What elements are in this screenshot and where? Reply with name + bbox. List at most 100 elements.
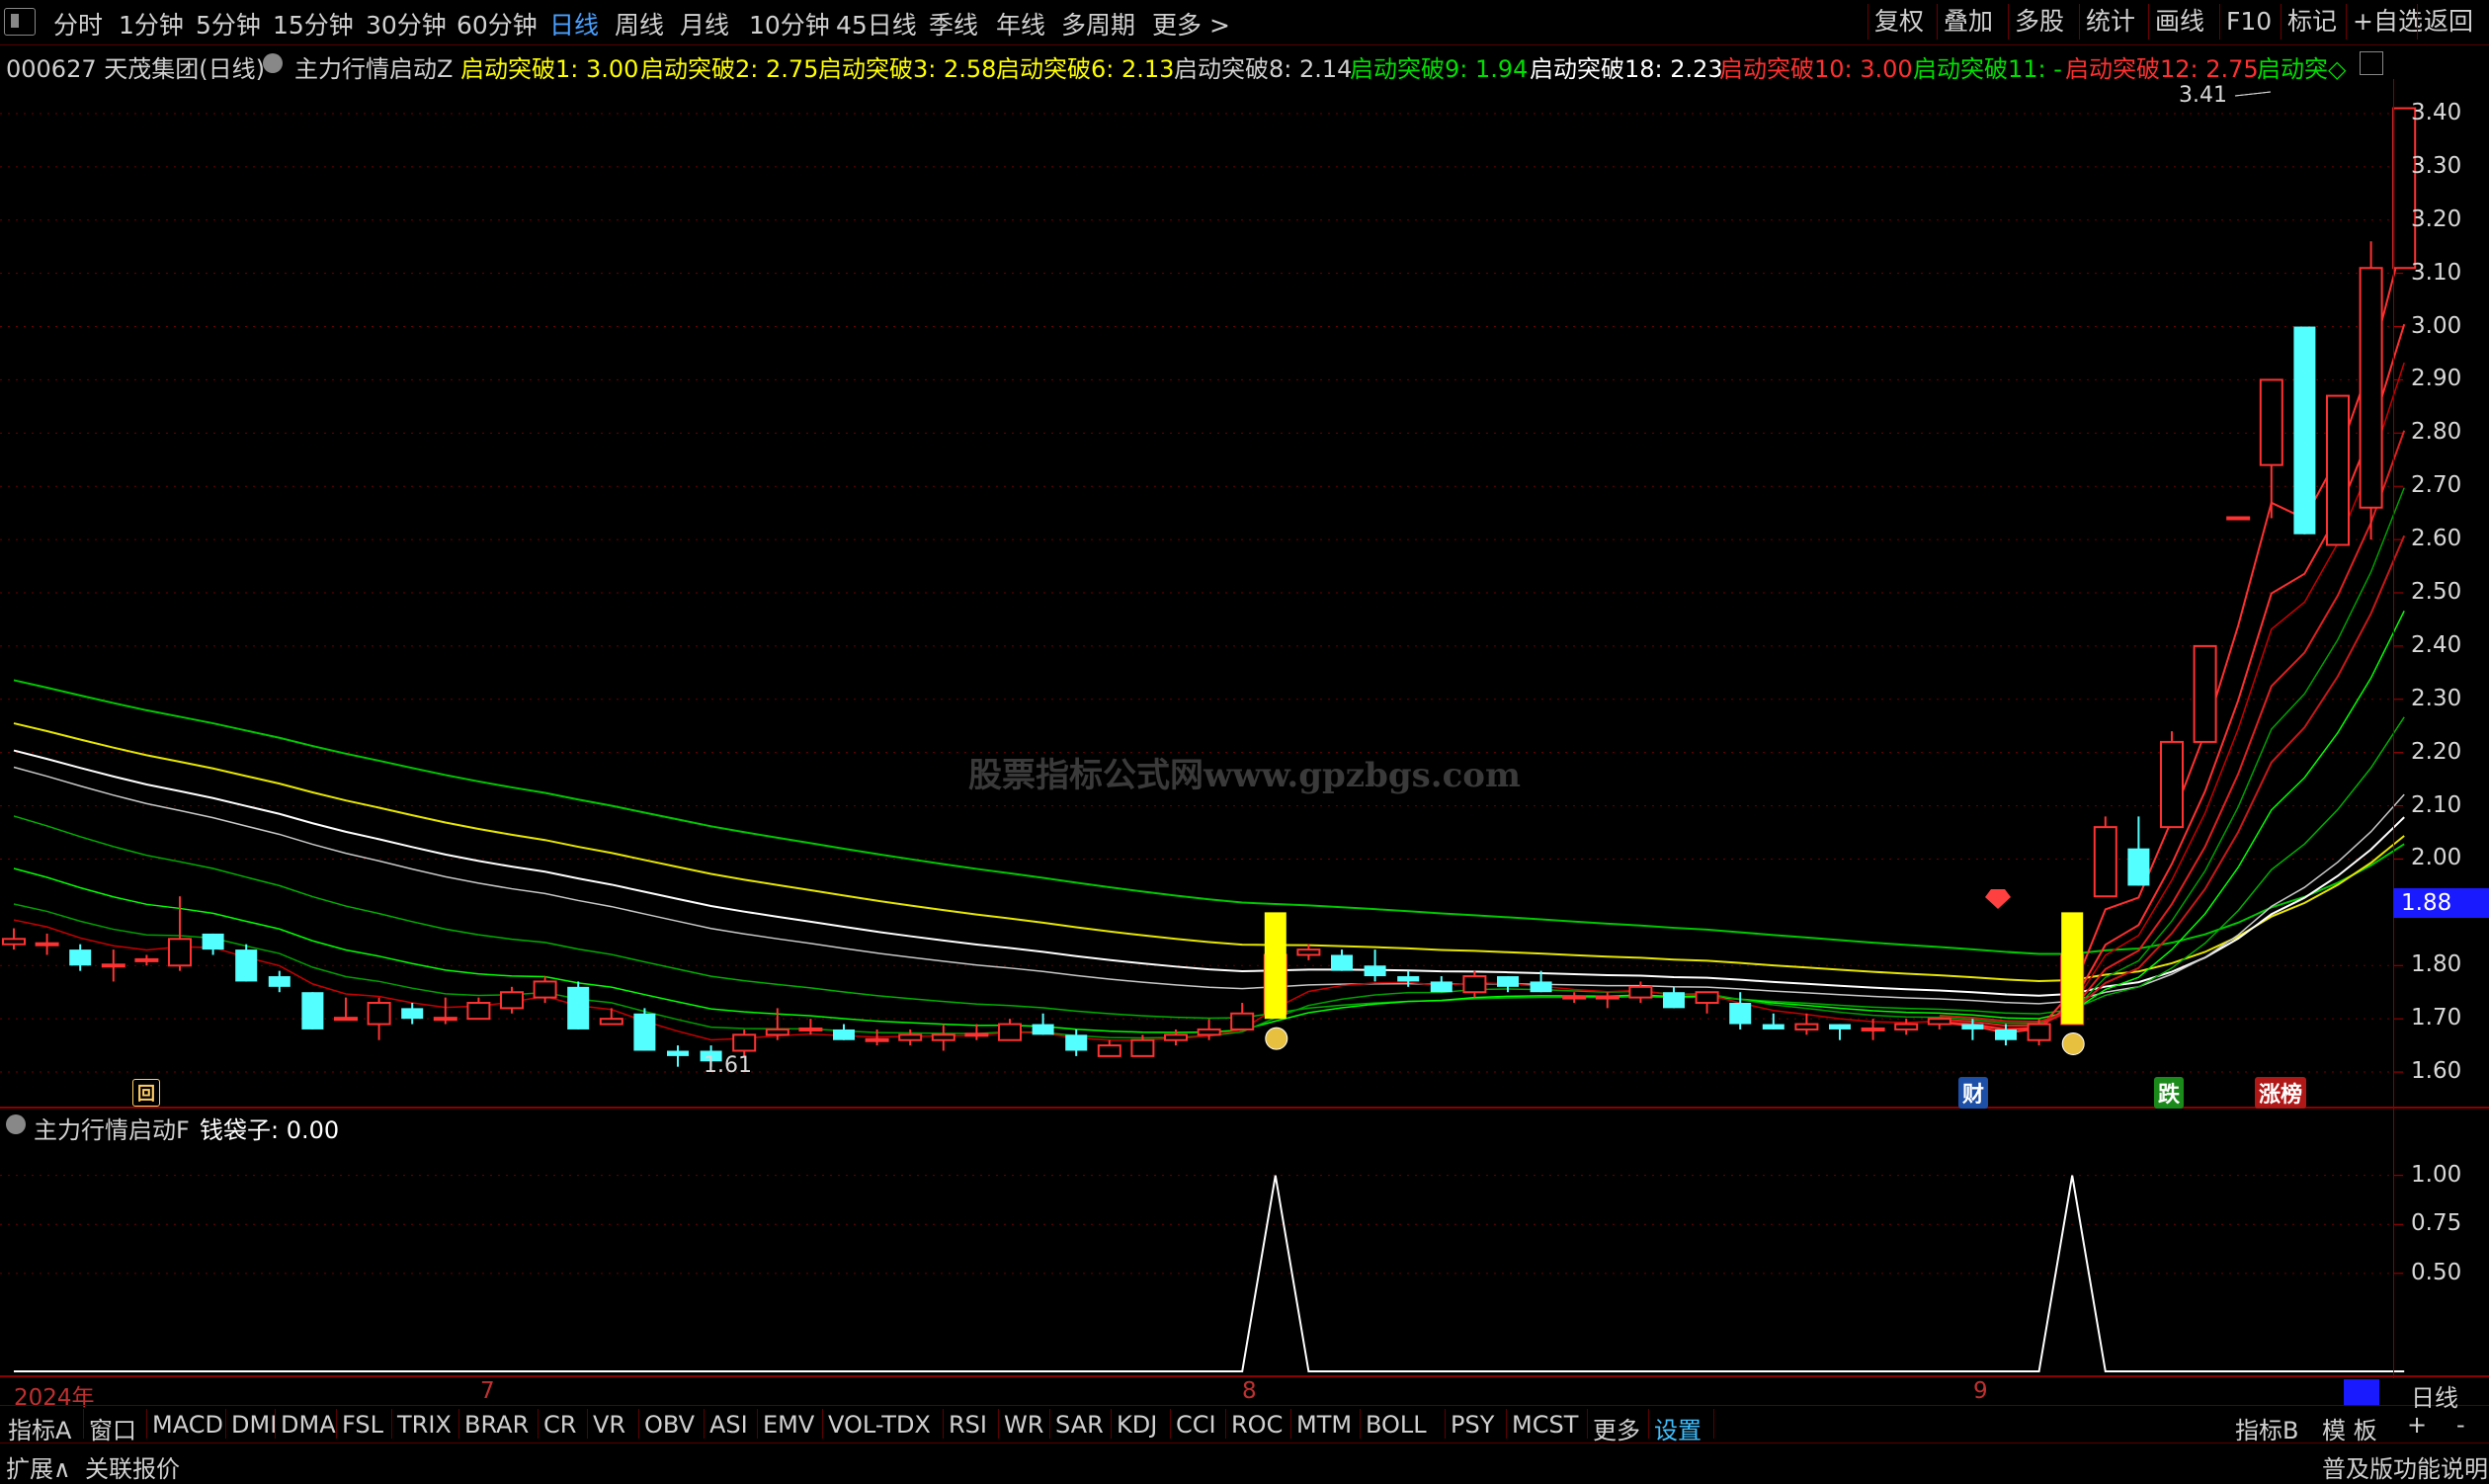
- indicator-tab-21[interactable]: BOLL: [1366, 1411, 1427, 1439]
- linked-quote-button[interactable]: 关联报价: [85, 1449, 180, 1484]
- indicator-tab-19[interactable]: ROC: [1231, 1411, 1283, 1439]
- money-bag-icon: [1265, 1027, 1288, 1050]
- indicator-right-button-2[interactable]: +: [2407, 1411, 2427, 1439]
- moving-average-line-0: [13, 679, 2405, 955]
- candle-body: [235, 949, 258, 982]
- price-tick-12: 2.20: [2411, 738, 2462, 765]
- candle-body: [998, 1023, 1022, 1041]
- indicator-tab-4[interactable]: DMA: [281, 1411, 336, 1439]
- candle-body: [533, 980, 557, 999]
- indicator-tab-2[interactable]: MACD: [152, 1411, 223, 1439]
- candle-body: [964, 1032, 989, 1037]
- marker-die[interactable]: 跌: [2154, 1077, 2185, 1109]
- indicator-right-button-0[interactable]: 指标B: [2235, 1411, 2298, 1445]
- price-tick-13: 2.10: [2411, 791, 2462, 818]
- tab-separator: [998, 1409, 999, 1439]
- candle-body: [567, 986, 590, 1030]
- tab-separator: [1445, 1409, 1446, 1439]
- expand-button[interactable]: 扩展∧: [6, 1449, 71, 1484]
- sub-collapse-icon[interactable]: [6, 1114, 26, 1134]
- candlestick-chart[interactable]: [0, 0, 2489, 1483]
- marker-zhang[interactable]: 涨榜: [2255, 1077, 2307, 1109]
- indicator-tab-12[interactable]: EMV: [763, 1411, 814, 1439]
- candle-body: [168, 938, 192, 967]
- indicator-right-button-3[interactable]: -: [2456, 1411, 2465, 1439]
- price-tick-10: 2.40: [2411, 631, 2462, 658]
- candle-body: [500, 991, 524, 1010]
- indicator-tab-3[interactable]: DMI: [231, 1411, 277, 1439]
- candle-body: [268, 976, 290, 987]
- candle-body: [1995, 1029, 2017, 1040]
- tab-separator: [146, 1409, 147, 1439]
- sub-tick-2: 0.50: [2411, 1259, 2462, 1285]
- indicator-tab-7[interactable]: BRAR: [464, 1411, 529, 1439]
- candle-body: [1331, 954, 1353, 971]
- help-link[interactable]: 普及版功能说明: [2322, 1449, 2488, 1484]
- marker-cai[interactable]: 财: [1958, 1077, 1989, 1109]
- candle-body: [2, 938, 26, 946]
- indicator-tab-11[interactable]: ASI: [709, 1411, 748, 1439]
- indicator-tab-5[interactable]: FSL: [342, 1411, 383, 1439]
- indicator-tab-10[interactable]: OBV: [644, 1411, 695, 1439]
- candle-body: [2259, 378, 2283, 466]
- candle-body: [1530, 981, 1552, 993]
- candle-body: [1729, 1002, 1752, 1025]
- candle-body: [1562, 995, 1587, 1000]
- axis-border: [2393, 79, 2394, 1378]
- signal-bar: [2061, 912, 2084, 1025]
- indicator-tab-1[interactable]: 窗口: [89, 1411, 136, 1445]
- indicator-tab-23[interactable]: MCST: [1512, 1411, 1578, 1439]
- tab-separator: [225, 1409, 226, 1439]
- indicator-tab-18[interactable]: CCI: [1176, 1411, 1216, 1439]
- candle-body: [101, 963, 125, 968]
- sub-indicator-value: 钱袋子: 0.00: [200, 1116, 340, 1144]
- indicator-tab-14[interactable]: RSI: [949, 1411, 987, 1439]
- indicator-right-button-1[interactable]: 模 板: [2322, 1411, 2377, 1445]
- candle-body: [1663, 992, 1685, 1009]
- price-tick-0: 3.40: [2411, 99, 2462, 125]
- indicator-tab-8[interactable]: CR: [543, 1411, 576, 1439]
- candle-body: [1695, 991, 1719, 1004]
- tab-separator: [1587, 1409, 1588, 1439]
- indicator-tab-17[interactable]: KDJ: [1117, 1411, 1157, 1439]
- sub-tick-0: 1.00: [2411, 1161, 2462, 1188]
- indicator-tab-13[interactable]: VOL-TDX: [828, 1411, 931, 1439]
- scroll-indicator[interactable]: [2344, 1379, 2379, 1405]
- indicator-tab-9[interactable]: VR: [593, 1411, 625, 1439]
- tab-separator: [704, 1409, 705, 1439]
- indicator-tab-15[interactable]: WR: [1004, 1411, 1043, 1439]
- candle-body: [833, 1029, 855, 1040]
- indicator-tab-0[interactable]: 指标A: [8, 1411, 71, 1445]
- indicator-tab-16[interactable]: SAR: [1055, 1411, 1104, 1439]
- candle-body: [1927, 1018, 1951, 1026]
- tab-separator: [1713, 1409, 1714, 1439]
- candle-body: [1462, 975, 1487, 994]
- price-tick-17: 1.60: [2411, 1058, 2462, 1085]
- candle-body: [1595, 995, 1619, 1000]
- candle-body: [2127, 848, 2150, 886]
- indicator-tab-20[interactable]: MTM: [1296, 1411, 1352, 1439]
- candle-body: [401, 1008, 424, 1020]
- candle-body: [2093, 826, 2117, 898]
- indicator-tab-22[interactable]: PSY: [1451, 1411, 1494, 1439]
- candle-body: [1762, 1024, 1784, 1030]
- candle-body: [1230, 1012, 1255, 1031]
- tab-separator: [822, 1409, 823, 1439]
- candle-body: [2359, 267, 2383, 509]
- candle-body: [2392, 107, 2417, 270]
- candle-body: [1065, 1034, 1088, 1051]
- candle-body: [1861, 1027, 1885, 1031]
- tab-separator: [458, 1409, 459, 1439]
- price-tick-2: 3.20: [2411, 206, 2462, 232]
- date-label-1: 7: [480, 1378, 495, 1404]
- candle-body: [367, 1001, 391, 1026]
- indicator-tab-24[interactable]: 更多: [1593, 1411, 1640, 1445]
- indicator-tab-6[interactable]: TRIX: [397, 1411, 452, 1439]
- price-tick-1: 3.30: [2411, 152, 2462, 179]
- candle-body: [466, 1001, 491, 1021]
- marker-hui[interactable]: 回: [132, 1079, 160, 1107]
- indicator-tab-25[interactable]: 设置: [1654, 1411, 1701, 1445]
- price-tick-4: 3.00: [2411, 312, 2462, 339]
- tab-separator: [587, 1409, 588, 1439]
- red-diamond-icon: [1985, 889, 2011, 909]
